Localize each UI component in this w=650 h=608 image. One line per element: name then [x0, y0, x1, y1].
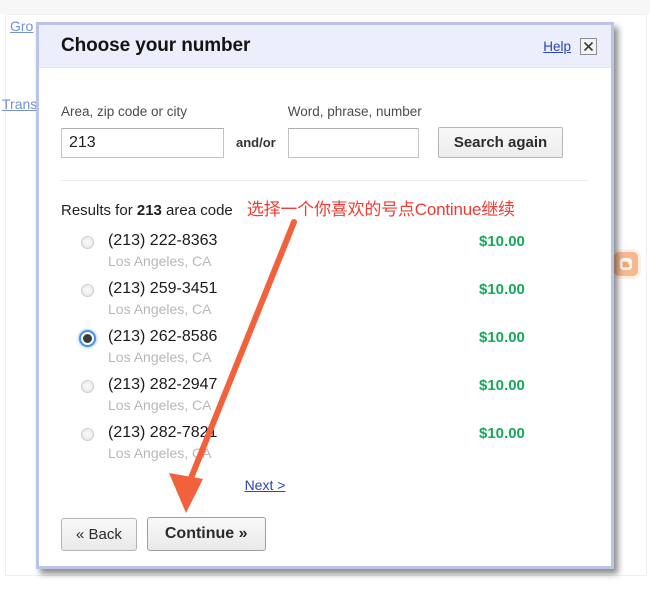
- close-icon[interactable]: [580, 37, 597, 55]
- back-button[interactable]: « Back: [61, 517, 137, 551]
- help-link[interactable]: Help: [543, 39, 571, 54]
- result-info: (213) 282-7821 Los Angeles, CA: [108, 423, 479, 463]
- next-link-row: Next >: [61, 477, 589, 495]
- result-info: (213) 262-8586 Los Angeles, CA: [108, 327, 479, 367]
- result-price: $10.00: [479, 233, 525, 250]
- dialog-title: Choose your number: [61, 35, 251, 56]
- search-again-button[interactable]: Search again: [437, 127, 564, 158]
- result-price: $10.00: [479, 425, 525, 442]
- results-prefix: Results for: [61, 202, 137, 219]
- area-input[interactable]: [61, 128, 224, 158]
- search-form: Area, zip code or city and/or Word, phra…: [61, 68, 589, 158]
- result-city: Los Angeles, CA: [108, 253, 212, 269]
- background-link-transfer[interactable]: Trans: [2, 96, 37, 112]
- result-phone-number: (213) 259-3451: [108, 280, 218, 297]
- result-row[interactable]: (213) 222-8363 Los Angeles, CA $10.00: [81, 231, 589, 279]
- background-bottom-edge: [0, 592, 650, 608]
- result-city: Los Angeles, CA: [108, 445, 212, 461]
- results-summary: Results for 213 area code: [61, 202, 233, 219]
- results-query: 213: [136, 202, 162, 219]
- word-field-group: Word, phrase, number: [287, 104, 422, 158]
- result-phone-number: (213) 222-8363: [108, 232, 218, 249]
- radio-selected-icon[interactable]: [81, 332, 94, 345]
- result-info: (213) 259-3451 Los Angeles, CA: [108, 279, 479, 319]
- result-price: $10.00: [479, 377, 525, 394]
- result-row[interactable]: (213) 262-8586 Los Angeles, CA $10.00: [81, 327, 589, 375]
- result-row[interactable]: (213) 282-7821 Los Angeles, CA $10.00: [81, 423, 589, 471]
- choose-number-dialog: Choose your number Help Area, zip code o…: [36, 22, 614, 569]
- result-info: (213) 282-2947 Los Angeles, CA: [108, 375, 479, 415]
- result-info: (213) 222-8363 Los Angeles, CA: [108, 231, 479, 271]
- word-input[interactable]: [287, 128, 419, 158]
- radio-icon[interactable]: [81, 428, 94, 441]
- blogger-icon[interactable]: [614, 252, 638, 276]
- result-price: $10.00: [479, 281, 525, 298]
- results-list: (213) 222-8363 Los Angeles, CA $10.00 (213)…: [61, 231, 589, 471]
- result-row[interactable]: (213) 282-2947 Los Angeles, CA $10.00: [81, 375, 589, 423]
- continue-button[interactable]: Continue »: [146, 517, 266, 551]
- next-page-link[interactable]: Next >: [245, 477, 286, 493]
- result-row[interactable]: (213) 259-3451 Los Angeles, CA $10.00: [81, 279, 589, 327]
- annotation-text: 选择一个你喜欢的号点Continue继续: [246, 200, 515, 219]
- result-city: Los Angeles, CA: [108, 301, 212, 317]
- area-field-group: Area, zip code or city: [61, 104, 224, 158]
- background-top-strip: [0, 0, 650, 14]
- word-field-label: Word, phrase, number: [287, 104, 422, 119]
- and-or-label: and/or: [236, 135, 276, 150]
- result-phone-number: (213) 282-2947: [108, 376, 218, 393]
- result-phone-number: (213) 262-8586: [108, 328, 218, 345]
- dialog-titlebar: Choose your number Help: [39, 25, 611, 68]
- dialog-footer: « Back Continue »: [61, 495, 589, 551]
- results-suffix: area code: [161, 202, 233, 219]
- results-header: Results for 213 area code 选择一个你喜欢的号点Cont…: [61, 181, 589, 220]
- result-price: $10.00: [479, 329, 525, 346]
- background-link-groups[interactable]: Gro: [10, 18, 33, 34]
- result-city: Los Angeles, CA: [108, 349, 212, 365]
- dialog-body: Area, zip code or city and/or Word, phra…: [39, 68, 611, 551]
- radio-icon[interactable]: [81, 380, 94, 393]
- area-field-label: Area, zip code or city: [61, 104, 188, 119]
- result-phone-number: (213) 282-7821: [108, 424, 218, 441]
- radio-icon[interactable]: [81, 236, 94, 249]
- radio-icon[interactable]: [81, 284, 94, 297]
- result-city: Los Angeles, CA: [108, 397, 212, 413]
